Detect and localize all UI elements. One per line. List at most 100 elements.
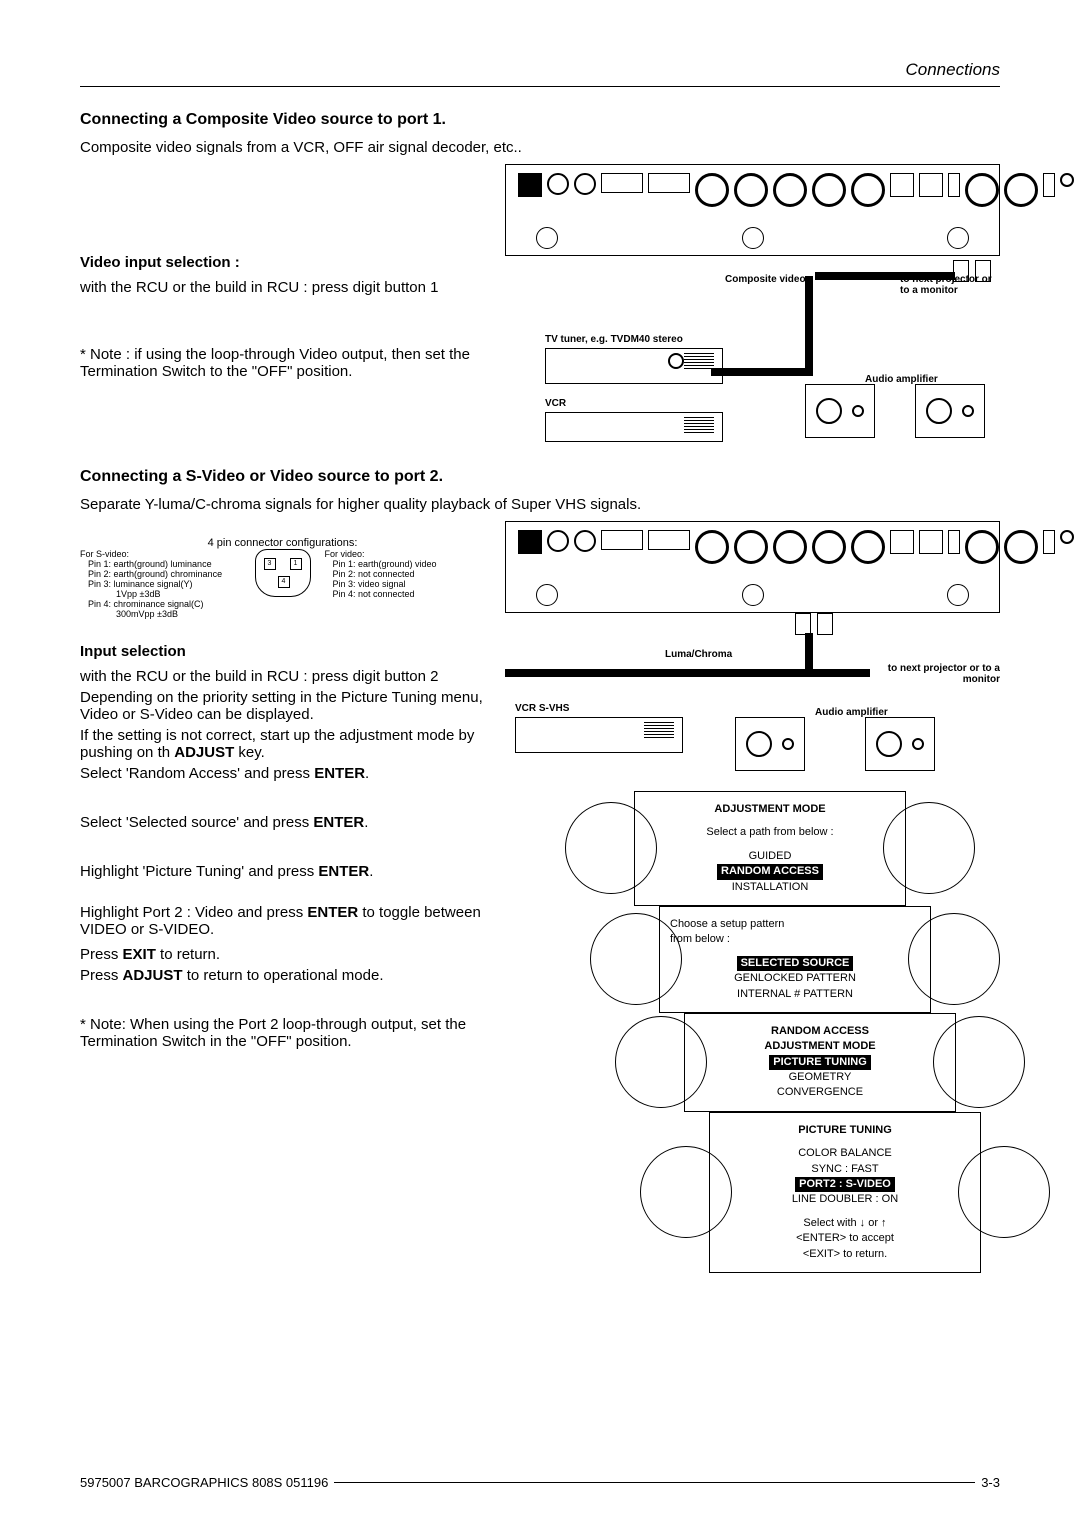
adjust-key-2: ADJUST — [123, 967, 183, 984]
section2-heading: Connecting a S-Video or Video source to … — [80, 468, 1000, 486]
osd-adjustment-mode: ADJUSTMENT MODE Select a path from below… — [634, 791, 906, 906]
osd4-hint2: <ENTER> to accept — [720, 1231, 970, 1246]
composite-video-label: Composite video — [725, 274, 806, 285]
osd3-opt3: CONVERGENCE — [695, 1085, 945, 1100]
video-input-heading: Video input selection : — [80, 254, 485, 271]
pin-config-block: For S-video: Pin 1: earth(ground) lumina… — [80, 549, 485, 619]
input-sel-line4a: Select 'Random Access' and press — [80, 765, 314, 782]
step-exit-b: to return. — [156, 946, 220, 963]
input-sel-line3: If the setting is not correct, start up … — [80, 727, 485, 761]
svideo-p1: Pin 1: earth(ground) luminance — [88, 559, 241, 569]
projector-back-panel — [505, 164, 1000, 256]
input-sel-line2: Depending on the priority setting in the… — [80, 689, 485, 723]
step-adjust-b: to return to operational mode. — [183, 967, 384, 984]
step-selected-source-text: Select 'Selected source' and press — [80, 814, 313, 831]
step-picture-tuning-text: Highlight 'Picture Tuning' and press — [80, 863, 318, 880]
osd4-hint3: <EXIT> to return. — [720, 1247, 970, 1262]
exit-key: EXIT — [123, 946, 156, 963]
osd4-hint1: Select with ↓ or ↑ — [720, 1216, 970, 1231]
step-port2a: Highlight Port 2 : Video and press — [80, 904, 307, 921]
video-p4: Pin 4: not connected — [333, 589, 486, 599]
to-next-label: to next projector or to a monitor — [900, 274, 1000, 296]
footer-rule — [334, 1482, 975, 1483]
cable-h-2 — [505, 669, 870, 677]
osd1-line1: Select a path from below : — [645, 825, 895, 840]
enter-key-1: ENTER — [314, 765, 365, 782]
section1-note: * Note : if using the loop-through Video… — [80, 346, 485, 380]
osd4-opt2: SYNC : FAST — [720, 1162, 970, 1177]
osd4-opt4: LINE DOUBLER : ON — [720, 1192, 970, 1207]
svideo-title: For S-video: — [80, 549, 241, 559]
osd1-opt3: INSTALLATION — [645, 880, 895, 895]
video-p3: Pin 3: video signal — [333, 579, 486, 589]
input-selection-heading: Input selection — [80, 643, 485, 660]
section1-intro: Composite video signals from a VCR, OFF … — [80, 139, 1000, 156]
input-sel-line1: with the RCU or the build in RCU : press… — [80, 668, 485, 685]
projector-back-panel-2 — [505, 521, 1000, 613]
osd-random-access: RANDOM ACCESS ADJUSTMENT MODE PICTURE TU… — [684, 1013, 956, 1112]
osd-setup-pattern: Choose a setup pattern from below : SELE… — [659, 906, 931, 1013]
svideo-p2: Pin 2: earth(ground) chrominance — [88, 569, 241, 579]
footer-left: 5975007 BARCOGRAPHICS 808S 051196 — [80, 1475, 328, 1490]
enter-key-4: ENTER — [307, 904, 358, 921]
section1-heading: Connecting a Composite Video source to p… — [80, 111, 1000, 129]
page-topic: Connections — [80, 60, 1000, 80]
section2-note: * Note: When using the Port 2 loop-throu… — [80, 1016, 485, 1050]
input-sel-line4: Select 'Random Access' and press ENTER. — [80, 765, 485, 782]
luma-chroma-label: Luma/Chroma — [665, 649, 732, 660]
vcr-label: VCR — [545, 398, 566, 409]
step-port2: Highlight Port 2 : Video and press ENTER… — [80, 904, 485, 938]
page-footer: 5975007 BARCOGRAPHICS 808S 051196 3-3 — [80, 1475, 1000, 1490]
input-sel-line3a: If the setting is not correct, start up … — [80, 727, 474, 761]
to-next-label-2: to next projector or to a monitor — [880, 663, 1000, 685]
osd2-opt2: GENLOCKED PATTERN — [670, 971, 920, 986]
section2-intro: Separate Y-luma/C-chroma signals for hig… — [80, 496, 1000, 513]
vcr-svhs-label: VCR S-VHS — [515, 703, 569, 714]
video-input-body: with the RCU or the build in RCU : press… — [80, 279, 485, 296]
osd4-opt1: COLOR BALANCE — [720, 1146, 970, 1161]
step-exit-a: Press — [80, 946, 123, 963]
adjust-key: ADJUST — [174, 744, 234, 761]
step-picture-tuning: Highlight 'Picture Tuning' and press ENT… — [80, 863, 485, 880]
svideo-p4a: Pin 4: chrominance signal(C) — [88, 599, 241, 609]
amp-box-2 — [915, 384, 985, 438]
osd3-title2: ADJUSTMENT MODE — [695, 1039, 945, 1054]
osd1-title: ADJUSTMENT MODE — [645, 802, 895, 817]
osd3-title1: RANDOM ACCESS — [695, 1024, 945, 1039]
rca-pair-in — [795, 613, 833, 635]
composite-diagram: Composite video to next projector or to … — [505, 164, 1000, 444]
osd1-opt2: RANDOM ACCESS — [717, 864, 823, 879]
cable-h2 — [711, 368, 813, 376]
enter-key-2: ENTER — [313, 814, 364, 831]
cable-vert-2 — [805, 633, 813, 673]
input-sel-line3b: key. — [234, 744, 265, 761]
osd4-title: PICTURE TUNING — [720, 1123, 970, 1138]
video-title: For video: — [325, 549, 486, 559]
step-adjust: Press ADJUST to return to operational mo… — [80, 967, 485, 984]
amp-box-3 — [735, 717, 805, 771]
enter-key-3: ENTER — [318, 863, 369, 880]
video-p1: Pin 1: earth(ground) video — [333, 559, 486, 569]
svideo-p4b: 300mVpp ±3dB — [88, 609, 241, 619]
cable-vert — [805, 276, 813, 376]
vcr-box — [545, 412, 723, 442]
svideo-p3a: Pin 3: luminance signal(Y) — [88, 579, 241, 589]
step-exit: Press EXIT to return. — [80, 946, 485, 963]
osd-cascade: ADJUSTMENT MODE Select a path from below… — [540, 791, 1000, 1273]
tv-tuner-box — [545, 348, 723, 384]
amp-box-1 — [805, 384, 875, 438]
svideo-p3b: 1Vpp ±3dB — [88, 589, 241, 599]
pin-config-heading: 4 pin connector configurations: — [80, 537, 485, 549]
osd2-opt1: SELECTED SOURCE — [737, 956, 854, 971]
osd2-line2: from below : — [670, 932, 920, 947]
osd-picture-tuning: PICTURE TUNING COLOR BALANCE SYNC : FAST… — [709, 1112, 981, 1273]
vcr-svhs-box — [515, 717, 683, 753]
osd4-opt3: PORT2 : S-VIDEO — [795, 1177, 895, 1192]
osd3-opt1: PICTURE TUNING — [769, 1055, 871, 1070]
video-p2: Pin 2: not connected — [333, 569, 486, 579]
osd3-opt2: GEOMETRY — [695, 1070, 945, 1085]
header-rule — [80, 86, 1000, 87]
step-adjust-a: Press — [80, 967, 123, 984]
footer-right: 3-3 — [981, 1475, 1000, 1490]
osd2-line1: Choose a setup pattern — [670, 917, 920, 932]
